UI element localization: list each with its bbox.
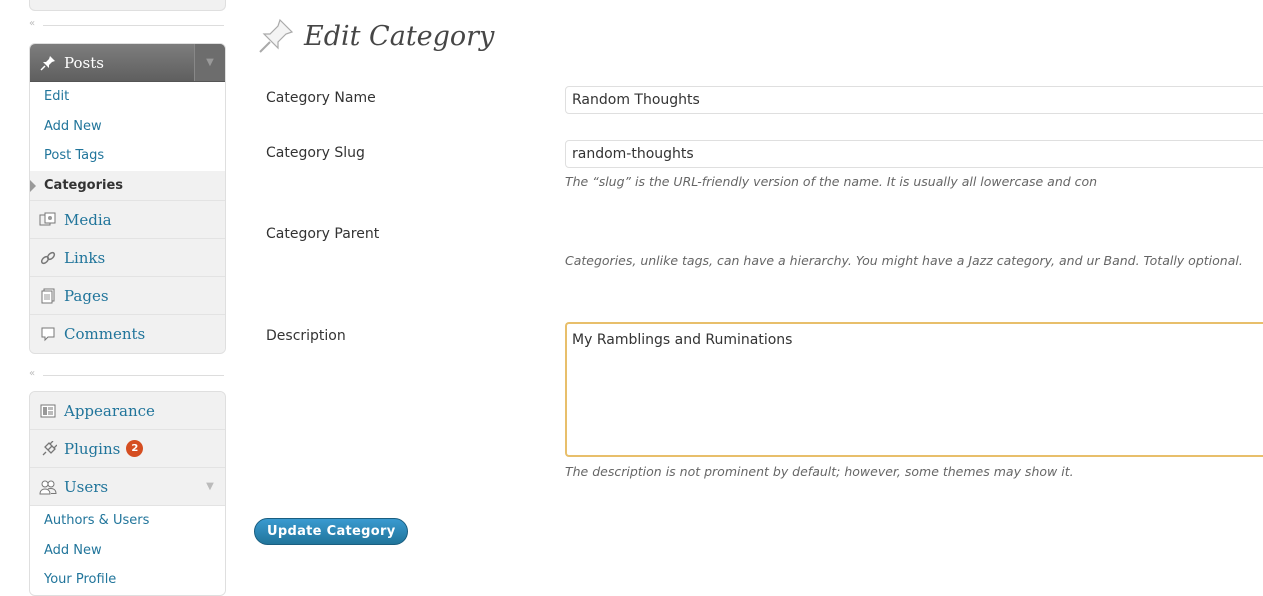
menu-users[interactable]: Users ▼ [30,468,225,506]
menu-plugins-label: Plugins [64,439,121,458]
collapse-chevron-icon[interactable]: « [29,368,35,379]
menu-pages[interactable]: Pages [30,277,225,315]
users-submenu: Authors & Users Add New Your Profile [30,506,225,595]
posts-submenu: Edit Add New Post Tags Categories [30,82,225,201]
menu-links[interactable]: Links [30,239,225,277]
description-textarea[interactable]: My Ramblings and Ruminations [565,322,1263,457]
main-content: Edit Category Category Name Category Slu… [240,0,1263,582]
menu-separator[interactable]: « [29,368,224,380]
category-parent-label: Category Parent [266,226,380,242]
posts-toggle-arrow-icon[interactable]: ▼ [194,44,225,81]
media-icon [38,212,58,228]
comment-icon [38,326,58,342]
update-category-button[interactable]: Update Category [254,518,409,545]
content-menu-group: Posts ▼ Edit Add New Post Tags Categorie… [29,43,226,354]
menu-appearance[interactable]: Appearance [30,392,225,430]
menu-plugins[interactable]: Plugins 2 [30,430,225,468]
submenu-posts-categories[interactable]: Categories [30,170,225,200]
menu-pages-label: Pages [64,286,109,305]
page-heading: Edit Category [256,16,494,56]
submenu-categories-label: Categories [44,177,124,193]
menu-media[interactable]: Media [30,201,225,239]
menu-posts[interactable]: Posts ▼ [30,44,225,82]
menu-users-label: Users [64,477,109,496]
category-slug-label: Category Slug [266,145,365,161]
appearance-icon [38,403,58,419]
collapse-chevron-icon[interactable]: « [29,18,35,29]
slug-help-text: The “slug” is the URL-friendly version o… [565,174,1098,189]
page-title: Edit Category [304,20,495,52]
category-slug-input[interactable] [565,140,1263,168]
menu-comments-label: Comments [64,325,146,343]
plugins-update-badge: 2 [126,440,144,457]
submenu-users-authors[interactable]: Authors & Users [30,506,225,536]
admin-sidebar: « Posts ▼ Edit Add New Post Tags Categor… [0,0,240,596]
category-name-label: Category Name [266,90,376,106]
plugin-icon [38,440,58,457]
link-icon [38,250,58,266]
parent-help-text: Categories, unlike tags, can have a hier… [565,253,1243,268]
users-icon [38,479,58,495]
description-label: Description [266,328,346,344]
pushpin-icon [259,18,294,53]
submenu-posts-add-new[interactable]: Add New [30,112,225,142]
submenu-users-add-new[interactable]: Add New [30,536,225,566]
submenu-posts-post-tags[interactable]: Post Tags [30,141,225,171]
current-pointer-icon [30,179,36,192]
menu-comments[interactable]: Comments [30,315,225,353]
submenu-users-your-profile[interactable]: Your Profile [30,565,225,595]
menu-separator[interactable]: « [29,18,224,30]
category-name-input[interactable] [565,86,1263,114]
dashboard-menu-group [29,0,226,11]
menu-links-label: Links [64,248,106,267]
description-help-text: The description is not prominent by defa… [565,464,1074,479]
submenu-posts-edit[interactable]: Edit [30,82,225,112]
menu-media-label: Media [64,210,112,229]
pages-icon [38,288,58,304]
pushpin-icon [38,55,58,71]
menu-appearance-label: Appearance [64,401,155,420]
users-toggle-arrow-icon[interactable]: ▼ [195,468,225,505]
menu-posts-label: Posts [64,53,104,72]
settings-menu-group: Appearance Plugins 2 Users ▼ Authors & U… [29,391,226,596]
